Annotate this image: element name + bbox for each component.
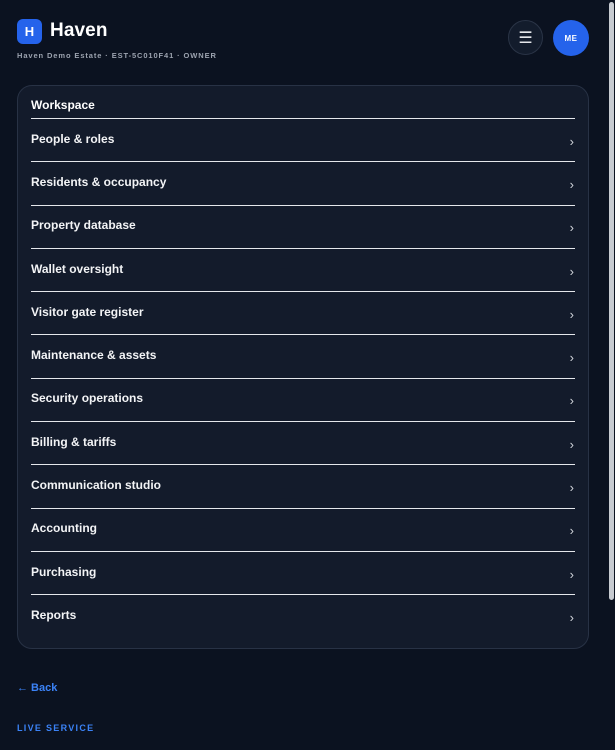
menu-item-property-database[interactable]: Property database › (31, 206, 575, 249)
app-header: H Haven Haven Demo Estate · EST-5C010F41… (17, 18, 591, 66)
avatar[interactable]: ME (553, 20, 589, 56)
menu-item-label: Billing & tariffs (31, 434, 117, 449)
menu-item-billing-tariffs[interactable]: Billing & tariffs › (31, 422, 575, 466)
menu-button[interactable]: ☰ (508, 20, 543, 55)
chevron-right-icon: › (569, 480, 574, 496)
menu-item-residents-occupancy[interactable]: Residents & occupancy › (31, 162, 575, 206)
chevron-right-icon: › (569, 350, 574, 366)
menu-item-label: Reports (31, 608, 77, 623)
back-link[interactable]: ← Back (17, 682, 57, 694)
menu-item-label: Security operations (31, 391, 144, 406)
menu-item-maintenance-assets[interactable]: Maintenance & assets › (31, 335, 575, 379)
chevron-right-icon: › (569, 566, 574, 582)
menu-item-visitor-gate-register[interactable]: Visitor gate register › (31, 292, 575, 336)
menu-item-wallet-oversight[interactable]: Wallet oversight › (31, 249, 575, 293)
menu-item-reports[interactable]: Reports › (31, 595, 575, 638)
menu-item-label: Accounting (31, 521, 97, 536)
menu-item-label: Communication studio (31, 478, 161, 493)
menu-item-communication-studio[interactable]: Communication studio › (31, 465, 575, 509)
page: H Haven Haven Demo Estate · EST-5C010F41… (0, 0, 615, 750)
workspace-menu: People & roles › Residents & occupancy ›… (31, 119, 575, 639)
menu-item-label: Wallet oversight (31, 261, 124, 276)
chevron-right-icon: › (569, 436, 574, 452)
scrollbar-thumb[interactable] (609, 2, 614, 600)
menu-item-people-roles[interactable]: People & roles › (31, 119, 575, 163)
menu-item-label: Maintenance & assets (31, 348, 157, 363)
avatar-initials: ME (564, 33, 578, 43)
menu-item-label: Visitor gate register (31, 304, 144, 319)
workspace-title: Workspace (31, 98, 95, 112)
menu-item-label: Purchasing (31, 564, 97, 579)
chevron-right-icon: › (569, 610, 574, 626)
menu-item-accounting[interactable]: Accounting › (31, 509, 575, 552)
chevron-right-icon: › (569, 306, 574, 322)
brand[interactable]: H Haven (17, 18, 591, 44)
logo-icon: H (17, 18, 42, 44)
menu-item-label: People & roles (31, 131, 115, 146)
chevron-right-icon: › (569, 393, 574, 409)
app-name: Haven (50, 20, 108, 41)
scrollbar[interactable] (608, 0, 615, 750)
menu-item-label: Property database (31, 218, 136, 233)
chevron-right-icon: › (569, 176, 574, 192)
menu-item-security-operations[interactable]: Security operations › (31, 379, 575, 423)
hamburger-icon: ☰ (518, 29, 533, 47)
chevron-right-icon: › (569, 523, 574, 539)
estate-subtitle: Haven Demo Estate · EST-5C010F41 · OWNER (17, 51, 217, 60)
section-heading-live-service: LIVE SERVICE (17, 723, 95, 733)
chevron-right-icon: › (569, 133, 574, 149)
menu-item-label: Residents & occupancy (31, 174, 167, 189)
chevron-right-icon: › (569, 220, 574, 236)
workspace-card: Workspace People & roles › Residents & o… (17, 85, 589, 649)
chevron-right-icon: › (569, 263, 574, 279)
menu-item-purchasing[interactable]: Purchasing › (31, 552, 575, 596)
